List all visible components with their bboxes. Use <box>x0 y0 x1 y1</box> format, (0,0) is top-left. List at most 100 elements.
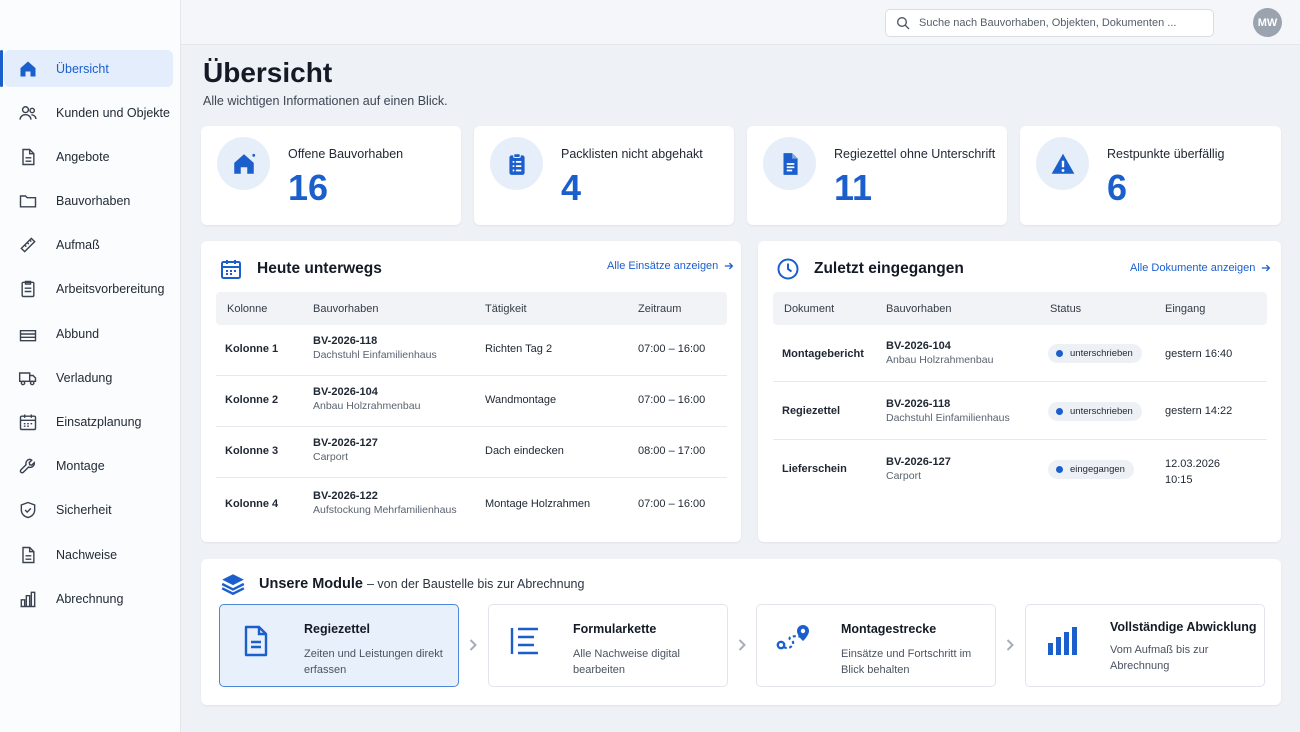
all-dokumente-link-label: Alle Dokumente anzeigen <box>1130 262 1256 274</box>
shield-icon <box>20 502 36 519</box>
sidebar-item-einsatzplanung[interactable]: Einsatzplanung <box>4 404 173 441</box>
sidebar-item-abrechnung[interactable]: Abrechnung <box>4 580 173 617</box>
table-row[interactable]: Regiezettel BV-2026-118 Dachstuhl Einfami… <box>773 382 1267 440</box>
cell-kolonne: Kolonne 3 <box>225 445 279 457</box>
stat-icon-circle <box>217 137 270 190</box>
sidebar-item-label: Aufmaß <box>56 238 100 253</box>
sidebar-item-verladung[interactable]: Verladung <box>4 359 173 396</box>
table-row[interactable]: Montagebericht BV-2026-104 Anbau Holzrahm… <box>773 325 1267 382</box>
modules-subtitle: – von der Baustelle bis zur Abrechnung <box>366 577 585 591</box>
cell-bauvorhaben: BV-2026-104 Anbau Holzrahmenbau <box>886 340 993 366</box>
stat-label: Regiezettel ohne Unterschrift <box>834 147 996 161</box>
sidebar-item-label: Montage <box>56 459 105 474</box>
sidebar-item-sicherheit[interactable]: Sicherheit <box>4 492 173 529</box>
document-icon <box>22 148 35 166</box>
bv-description: Carport <box>313 451 349 463</box>
all-dokumente-link[interactable]: Alle Dokumente anzeigen <box>1130 262 1271 274</box>
sidebar-item-angebote[interactable]: Angebote <box>4 138 173 175</box>
stat-card-regiezettel[interactable]: Regiezettel ohne Unterschrift 11 <box>747 126 1007 225</box>
cell-dokument: Regiezettel <box>782 405 841 417</box>
status-badge: eingegangen <box>1048 460 1134 479</box>
column-header: Bauvorhaben <box>886 303 952 315</box>
stat-icon-circle <box>1036 137 1089 190</box>
bar-chart-icon <box>1048 627 1077 655</box>
module-card-formularkette[interactable]: Formularkette Alle Nachweise digital bea… <box>488 604 728 687</box>
home-icon <box>20 61 36 76</box>
bv-description: Aufstockung Mehrfamilienhaus <box>313 504 457 516</box>
column-header: Dokument <box>784 303 835 315</box>
bv-number: BV-2026-118 <box>886 398 951 410</box>
cell-dokument: Montagebericht <box>782 348 864 360</box>
search-box[interactable] <box>885 9 1214 37</box>
cell-taetigkeit: Dach eindecken <box>485 445 564 457</box>
cell-bauvorhaben: BV-2026-127 Carport <box>886 456 951 482</box>
sidebar-item-aufmass[interactable]: Aufmaß <box>4 227 173 264</box>
wrench-icon <box>19 458 35 474</box>
sidebar-item-label: Kunden und Objekte <box>56 105 170 120</box>
stat-label: Restpunkte überfällig <box>1107 147 1225 161</box>
sidebar-item-uebersicht[interactable]: Übersicht <box>0 50 173 87</box>
cell-zeitraum: 08:00 – 17:00 <box>638 445 706 457</box>
sidebar-item-kunden[interactable]: Kunden und Objekte <box>4 94 173 131</box>
cell-zeitraum: 07:00 – 16:00 <box>638 394 706 406</box>
sidebar-item-nachweise[interactable]: Nachweise <box>4 536 173 573</box>
bv-description: Anbau Holzrahmenbau <box>886 354 994 366</box>
table-row[interactable]: Kolonne 1 BV-2026-118 Dachstuhl Einfamili… <box>216 325 727 376</box>
module-description: Vom Aufmaß bis zur Abrechnung <box>1110 644 1209 672</box>
module-card-montagestrecke[interactable]: Montagestrecke Einsätze und Fortschritt … <box>756 604 996 687</box>
cell-eingang: gestern 16:40 <box>1165 348 1233 360</box>
sidebar: Übersicht Kunden und Objekte Angebote Ba… <box>0 0 181 732</box>
column-header: Zeitraum <box>638 303 682 315</box>
chevron-right-icon <box>738 639 746 651</box>
sidebar-item-label: Arbeitsvorbereitung <box>56 282 165 297</box>
modules-panel: Unsere Module – von der Baustelle bis zu… <box>201 559 1281 705</box>
all-einsaetze-link[interactable]: Alle Einsätze anzeigen <box>607 260 734 272</box>
stat-card-offene-bauvorhaben[interactable]: Offene Bauvorhaben 16 <box>201 126 461 225</box>
table-row[interactable]: Lieferschein BV-2026-127 Carport eingegan… <box>773 440 1267 498</box>
calendar-icon <box>221 260 241 279</box>
page-subtitle: Alle wichtigen Informationen auf einen B… <box>203 94 448 108</box>
table-row[interactable]: Kolonne 2 BV-2026-104 Anbau Holzrahmenbau… <box>216 376 727 427</box>
cell-zeitraum: 07:00 – 16:00 <box>638 343 706 355</box>
bv-description: Dachstuhl Einfamilienhaus <box>313 349 437 361</box>
sidebar-nav: Übersicht Kunden und Objekte Angebote Ba… <box>0 50 181 624</box>
sidebar-item-abbund[interactable]: Abbund <box>4 315 173 352</box>
page-title: Übersicht <box>203 57 333 88</box>
module-title: Formularkette <box>573 622 657 636</box>
today-panel: Heute unterwegs Alle Einsätze anzeigen K… <box>201 241 741 542</box>
sidebar-item-bauvorhaben[interactable]: Bauvorhaben <box>4 183 173 220</box>
truck-icon <box>18 372 37 386</box>
layers-icon <box>19 329 37 341</box>
sidebar-item-label: Verladung <box>56 370 113 385</box>
module-title: Montagestrecke <box>841 622 937 636</box>
column-header: Bauvorhaben <box>313 303 379 315</box>
sidebar-item-label: Abbund <box>56 326 100 341</box>
module-description: Zeiten und Leistungen direkt erfassen <box>304 648 443 676</box>
sidebar-item-label: Einsatzplanung <box>56 415 142 429</box>
stat-label: Offene Bauvorhaben <box>288 147 404 161</box>
route-icon <box>776 625 809 650</box>
modules-title: Unsere Module <box>259 576 363 592</box>
avatar[interactable]: MW <box>1253 8 1282 37</box>
clipboard-icon <box>508 152 525 175</box>
cell-bauvorhaben: BV-2026-104 Anbau Holzrahmenbau <box>313 386 420 412</box>
bv-number: BV-2026-104 <box>886 340 951 352</box>
sidebar-item-arbeitsvorbereitung[interactable]: Arbeitsvorbereitung <box>4 271 173 308</box>
stat-card-packlisten[interactable]: Packlisten nicht abgehakt 4 <box>474 126 734 225</box>
module-card-abwicklung[interactable]: Vollständige Abwicklung Vom Aufmaß bis z… <box>1025 604 1265 687</box>
sidebar-item-montage[interactable]: Montage <box>4 448 173 485</box>
recent-table-header: Dokument Bauvorhaben Status Eingang <box>773 292 1267 325</box>
stat-icon-circle <box>763 137 816 190</box>
cell-bauvorhaben: BV-2026-118 Dachstuhl Einfamilienhaus <box>886 398 1010 424</box>
search-input[interactable] <box>919 17 1209 29</box>
bv-description: Anbau Holzrahmenbau <box>313 400 421 412</box>
table-row[interactable]: Kolonne 4 BV-2026-122 Aufstockung Mehrfam… <box>216 478 727 531</box>
cell-zeitraum: 07:00 – 16:00 <box>638 498 706 510</box>
stat-value: 16 <box>288 167 329 208</box>
stat-card-restpunkte[interactable]: Restpunkte überfällig 6 <box>1020 126 1281 225</box>
cell-bauvorhaben: BV-2026-127 Carport <box>313 437 378 463</box>
today-table-header: Kolonne Bauvorhaben Tätigkeit Zeitraum <box>216 292 727 325</box>
bar-chart-icon <box>20 591 36 607</box>
module-card-regiezettel[interactable]: Regiezettel Zeiten und Leistungen direkt… <box>219 604 459 687</box>
table-row[interactable]: Kolonne 3 BV-2026-127 Carport Dach eindec… <box>216 427 727 478</box>
